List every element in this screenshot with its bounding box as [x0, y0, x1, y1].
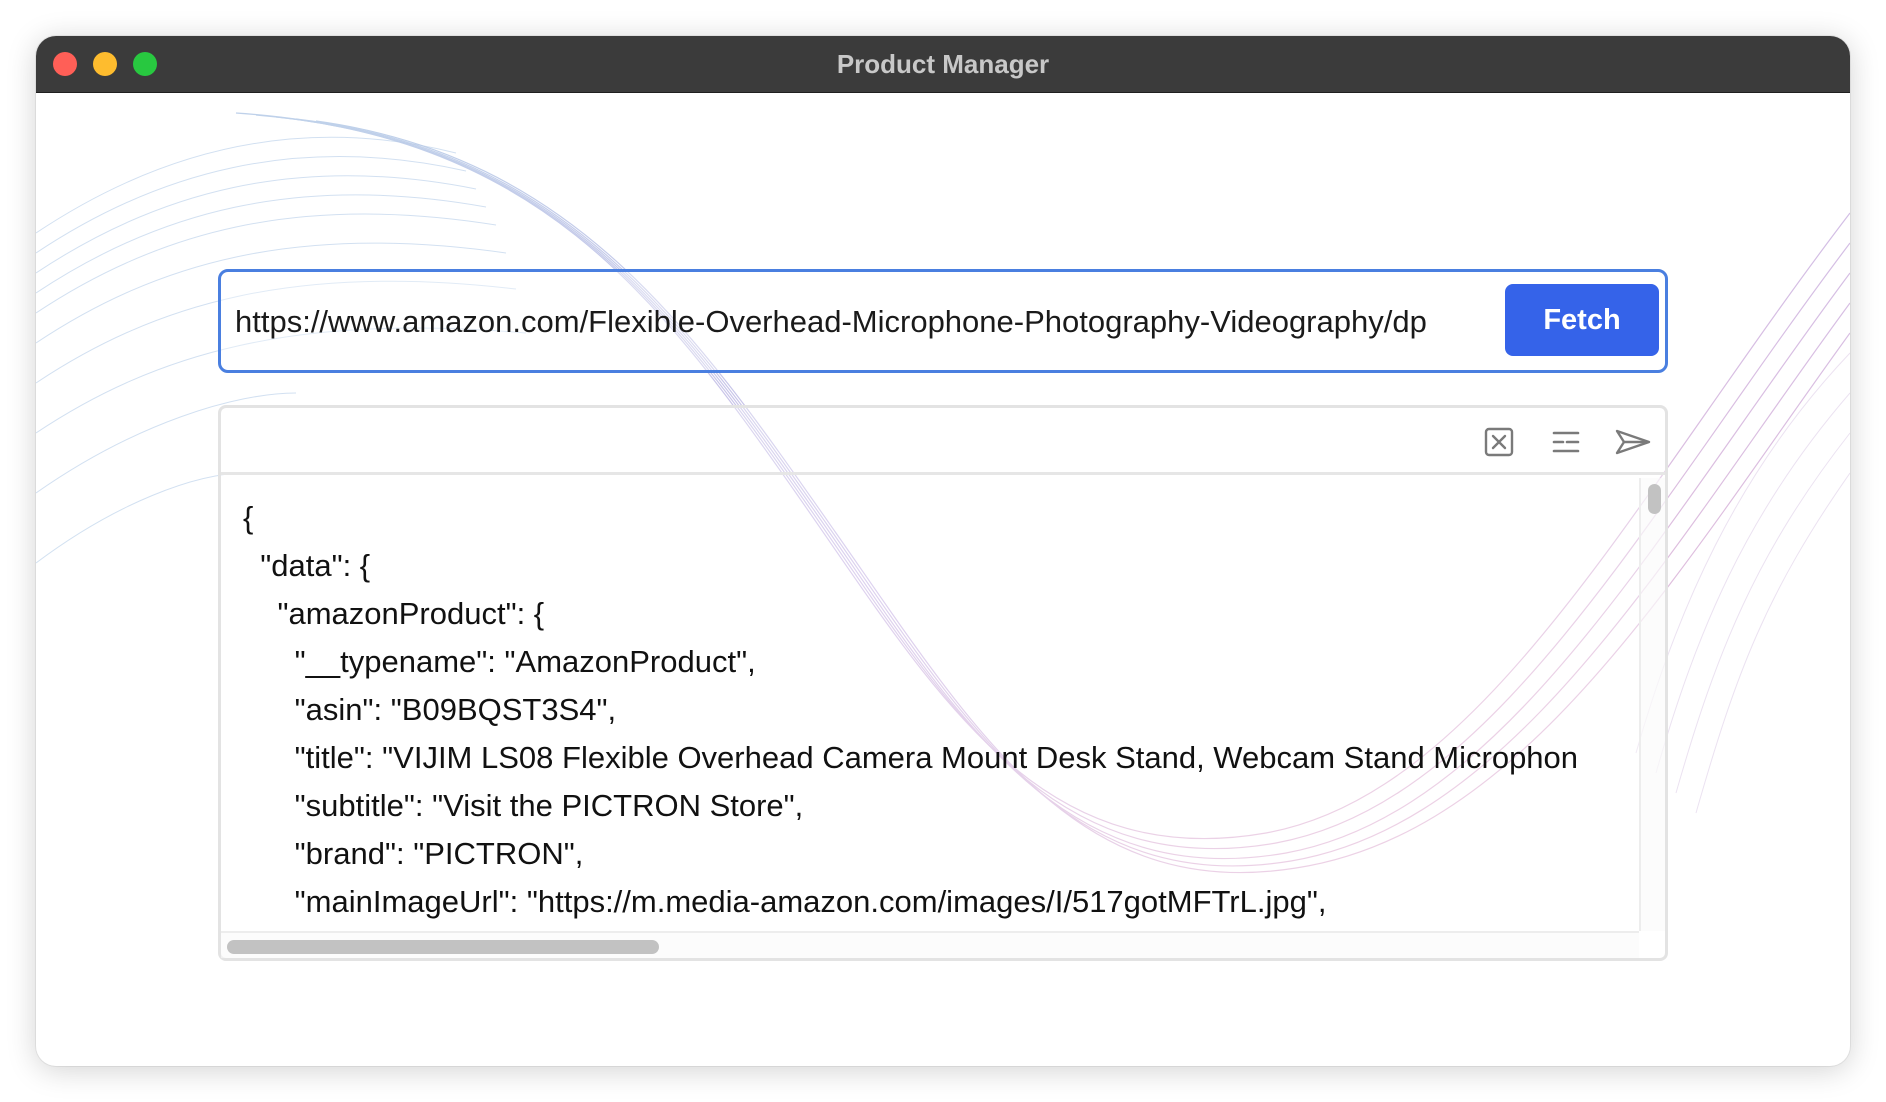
window-title: Product Manager [836, 49, 1050, 79]
code-line: "brand": "PICTRON", [243, 836, 584, 871]
horizontal-scroll-thumb[interactable] [227, 940, 659, 954]
vertical-scrollbar[interactable] [1639, 478, 1665, 931]
vertical-scroll-thumb[interactable] [1648, 484, 1661, 514]
code-line: "data": { [243, 548, 371, 583]
horizontal-scrollbar[interactable] [221, 931, 1639, 958]
code-line: { [243, 500, 254, 535]
clear-icon[interactable] [1481, 424, 1517, 460]
code-line: "subtitle": "Visit the PICTRON Store", [243, 788, 804, 823]
fetch-button[interactable]: Fetch [1505, 284, 1659, 356]
code-line: "amazonProduct": { [243, 596, 545, 631]
json-panel: { "data": { "amazonProduct": { "__typena… [218, 405, 1668, 961]
app-window: Product Manager https://www.amazon.com/F… [36, 36, 1850, 1066]
url-input[interactable] [235, 294, 1501, 350]
json-editor[interactable]: { "data": { "amazonProduct": { "__typena… [221, 478, 1639, 931]
code-line: "title": "VIJIM LS08 Flexible Overhead C… [243, 740, 1579, 775]
code-line: "mainImageUrl": "https://m.media-amazon.… [243, 884, 1327, 919]
send-icon[interactable] [1615, 424, 1651, 460]
url-bar: Fetch [218, 269, 1668, 373]
title-bar: Product Manager [36, 36, 1850, 93]
panel-toolbar [221, 408, 1665, 475]
format-lines-icon[interactable] [1548, 424, 1584, 460]
code-line: "__typename": "AmazonProduct", [243, 644, 756, 679]
code-line: "asin": "B09BQST3S4", [243, 692, 617, 727]
main-content: Fetch [36, 93, 1850, 1066]
